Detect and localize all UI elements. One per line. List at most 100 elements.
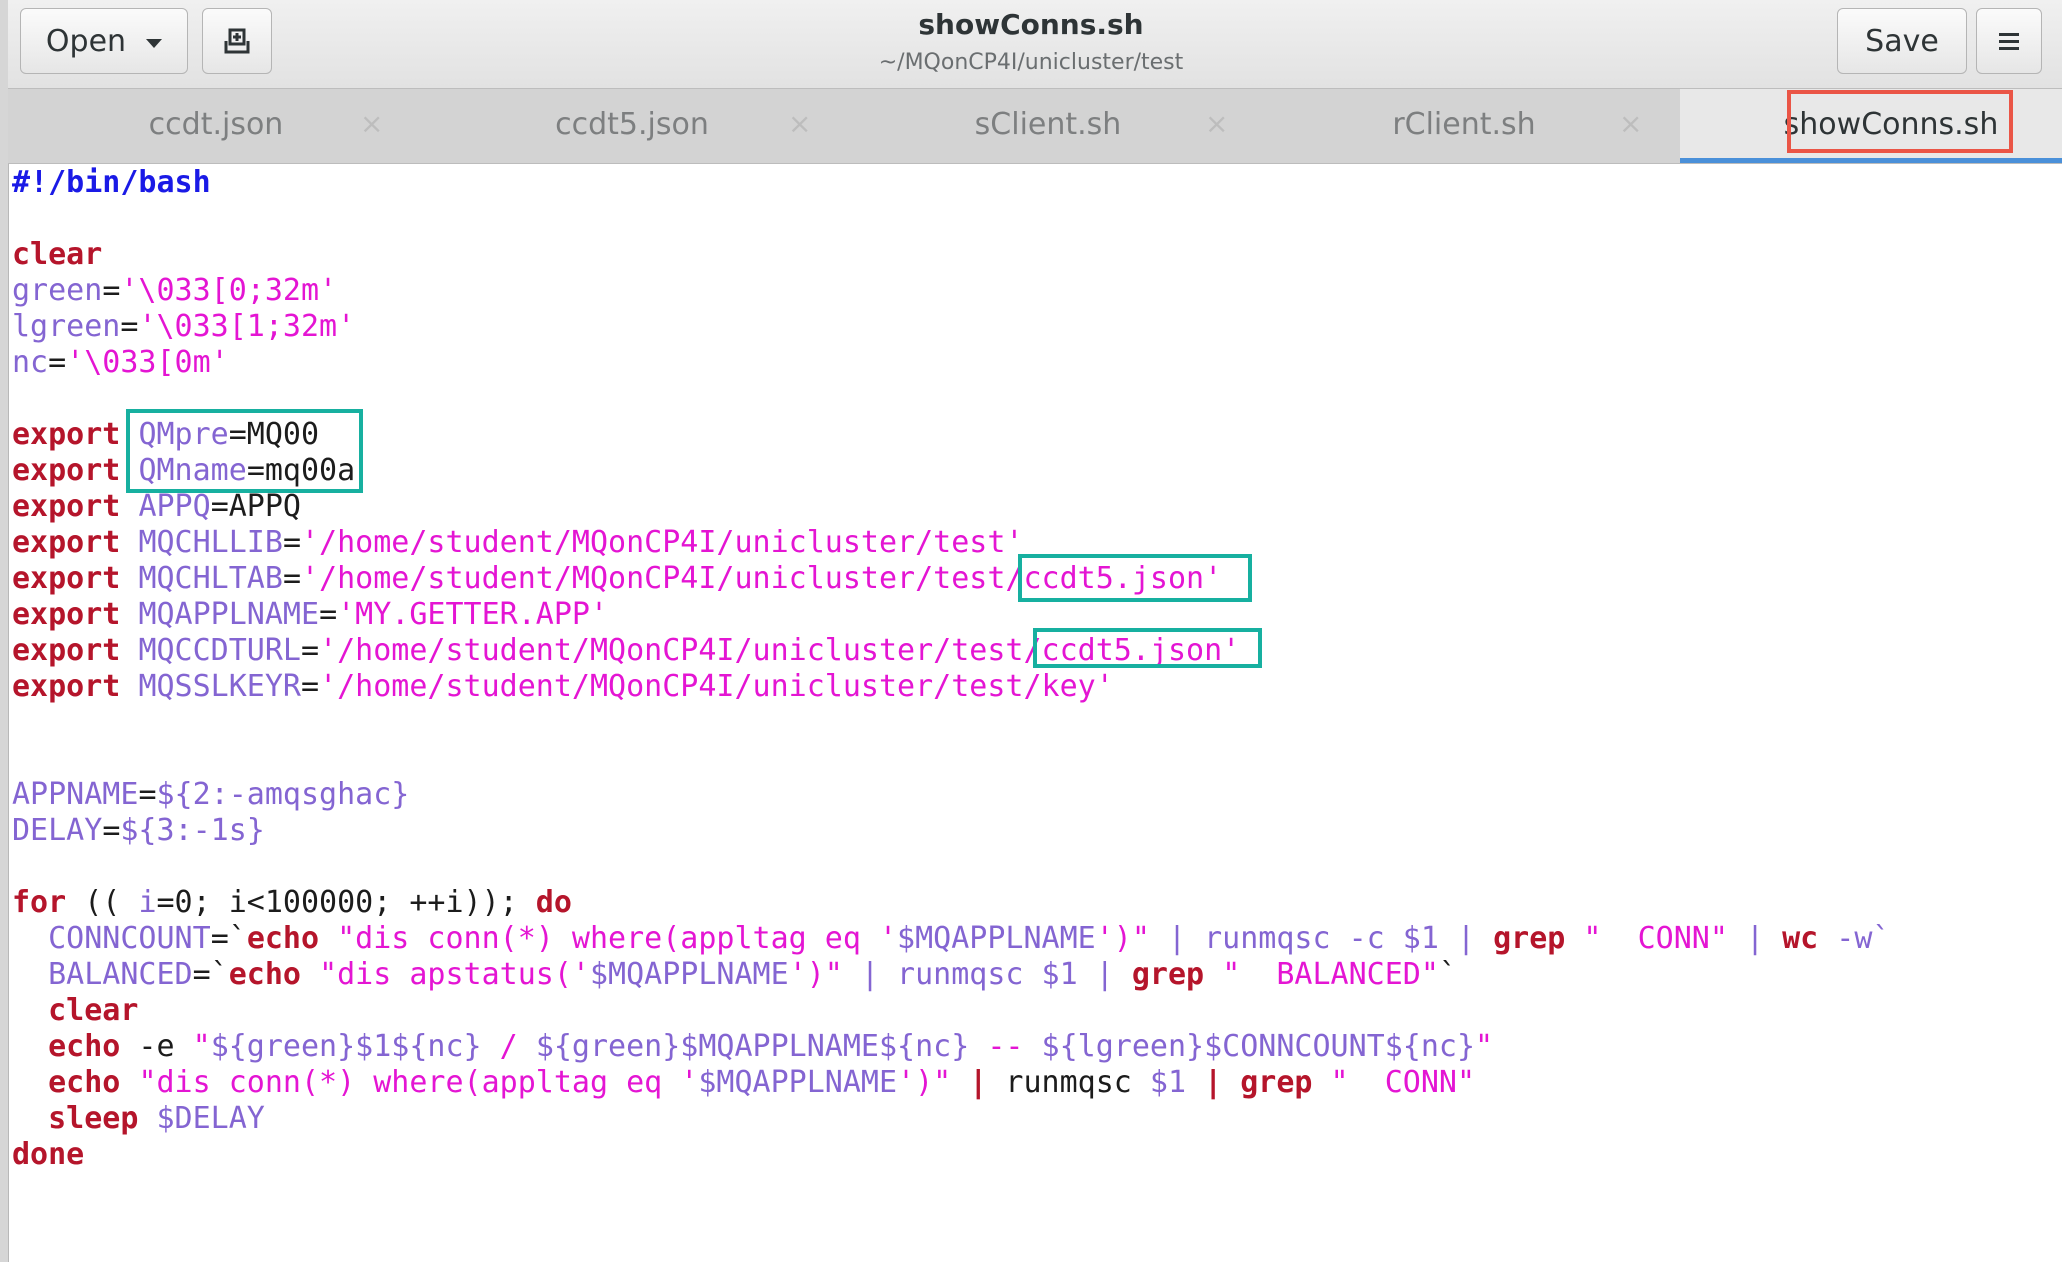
tab-ccdt-json[interactable]: ccdt.json × — [8, 89, 424, 163]
code-token: echo — [48, 1065, 121, 1100]
close-icon[interactable]: × — [1619, 107, 1642, 140]
code-token: = — [102, 813, 121, 848]
tab-sclient-sh[interactable]: sClient.sh × — [840, 89, 1256, 163]
code-token: BALANCED — [48, 957, 193, 992]
code-token: echo — [48, 1029, 121, 1064]
code-token: wc — [1782, 921, 1819, 956]
code-token: ${2:-amqsghac} — [156, 777, 410, 812]
code-token: for — [12, 885, 67, 920]
code-token: $MQAPPLNAME — [590, 957, 789, 992]
code-line: lgreen='\033[1;32m' — [12, 309, 2052, 345]
code-token: clear — [48, 993, 139, 1028]
code-token: export — [12, 417, 121, 452]
code-token: export — [12, 525, 121, 560]
code-token: grep — [1131, 957, 1205, 992]
window-title: showConns.sh — [918, 8, 1144, 41]
code-token: ${lgreen}$CONNCOUNT${nc} — [1041, 1029, 1476, 1064]
code-token: ` — [1438, 957, 1457, 992]
code-line: nc='\033[0m' — [12, 345, 2052, 381]
code-token: APPNAME — [12, 777, 139, 812]
code-token: =APPQ — [210, 489, 301, 524]
close-icon[interactable]: × — [1205, 107, 1228, 140]
tab-rclient-sh[interactable]: rClient.sh × — [1256, 89, 1672, 163]
tab-ccdt5-json[interactable]: ccdt5.json × — [424, 89, 840, 163]
code-token: "dis apstatus(' — [319, 957, 590, 992]
code-token: =` — [210, 921, 247, 956]
code-token: | — [1204, 1065, 1223, 1100]
code-token: MQSSLKEYR — [138, 669, 301, 704]
code-token: runmqsc — [987, 1065, 1150, 1100]
window-path: ~/MQonCP4I/unicluster/test — [878, 50, 1184, 75]
code-token: ')" — [1095, 921, 1150, 956]
code-text[interactable]: #!/bin/bash clear green='\033[0;32m' lgree… — [12, 165, 2052, 1173]
code-token: " — [192, 1029, 211, 1064]
code-line: CONNCOUNT=`echo "dis conn(*) where(applt… — [12, 921, 2052, 957]
code-token: '/home/student/MQonCP4I/unicluster/test' — [301, 525, 1024, 560]
code-token: | runmqsc -c $1 | — [1167, 921, 1476, 956]
code-token: = — [282, 561, 301, 596]
code-token: MQAPPLNAME — [138, 597, 320, 632]
code-token: = — [282, 525, 301, 560]
code-line: echo "dis conn(*) where(appltag eq '$MQA… — [12, 1065, 2052, 1101]
code-token: ')" — [897, 1065, 952, 1100]
highlight-box-qm-vars — [126, 409, 363, 493]
code-line: green='\033[0;32m' — [12, 273, 2052, 309]
active-tab-highlight-box — [1787, 90, 2013, 153]
code-editor[interactable]: #!/bin/bash clear green='\033[0;32m' lgree… — [12, 165, 2052, 1255]
code-token: ${green}$1${nc} — [210, 1029, 482, 1064]
code-line: export MQCCDTURL='/home/student/MQonCP4I… — [12, 633, 2052, 669]
code-line: export MQSSLKEYR='/home/student/MQonCP4I… — [12, 669, 2052, 705]
code-token: -w` — [1836, 921, 1891, 956]
code-token: | — [1745, 921, 1765, 956]
code-token: / — [481, 1029, 536, 1064]
close-icon[interactable]: × — [788, 107, 811, 140]
code-token: $MQAPPLNAME — [698, 1065, 898, 1100]
highlight-box-ccdturl-file — [1033, 628, 1262, 668]
code-token: = — [48, 345, 67, 380]
code-token: export — [12, 561, 121, 596]
code-line: done — [12, 1137, 2052, 1173]
code-token: export — [12, 453, 121, 488]
code-token: echo — [246, 921, 320, 956]
code-token: = — [301, 669, 320, 704]
code-token: DELAY — [12, 813, 103, 848]
code-line: export MQAPPLNAME='MY.GETTER.APP' — [12, 597, 2052, 633]
code-token: export — [12, 597, 121, 632]
code-token: grep — [1240, 1065, 1313, 1100]
close-icon[interactable]: × — [360, 107, 383, 140]
code-token: = — [138, 777, 157, 812]
code-token: '\033[0;32m' — [120, 273, 338, 308]
code-token: "dis conn(*) where(appltag eq ' — [138, 1065, 699, 1100]
code-token: ${3:-1s} — [120, 813, 265, 848]
code-line: clear — [12, 993, 2052, 1029]
code-token: APPQ — [138, 489, 211, 524]
code-token: = — [102, 273, 121, 308]
code-token: MQCHLLIB — [138, 525, 283, 560]
code-token: | — [969, 1065, 988, 1100]
code-token: MQCHLTAB — [138, 561, 283, 596]
code-token: =0; i<100000; ++i)); — [156, 885, 536, 920]
code-token: CONNCOUNT — [48, 921, 211, 956]
code-token: lgreen — [12, 309, 121, 344]
code-line: #!/bin/bash — [12, 165, 2052, 201]
code-token: (( — [66, 885, 139, 920]
code-token: ')" — [788, 957, 843, 992]
